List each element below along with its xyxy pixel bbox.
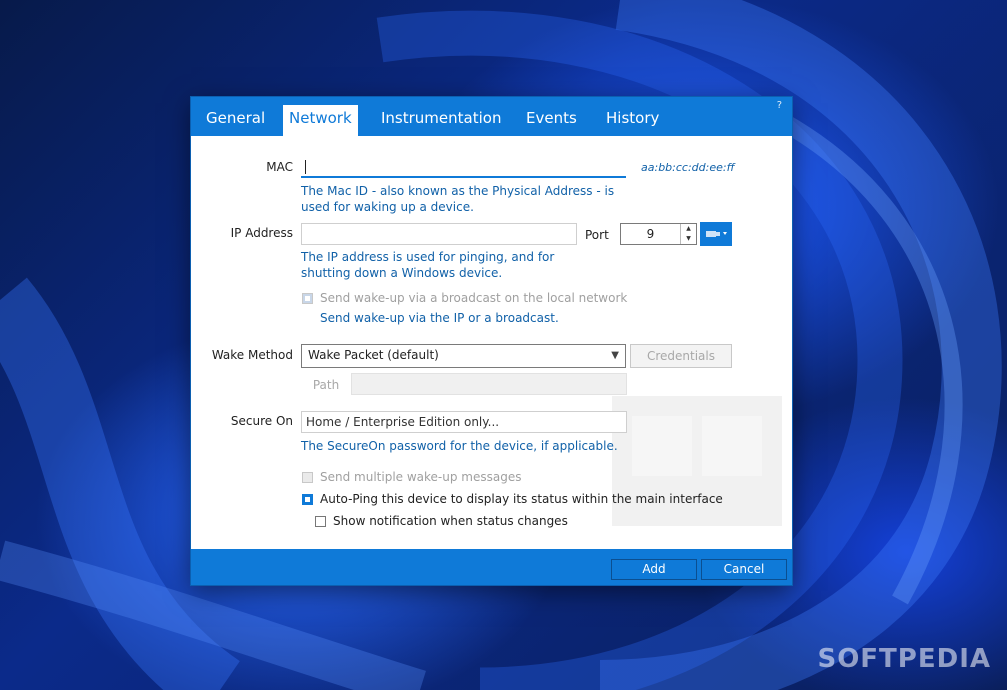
network-plug-icon [706,231,727,237]
network-panel: MAC aa:bb:cc:dd:ee:ff The Mac ID - also … [191,136,792,549]
device-dialog: General Network Instrumentation Events H… [191,97,792,585]
softpedia-watermark: SOFTPEDIA [817,644,991,674]
tab-network[interactable]: Network [283,105,358,136]
path-input[interactable] [351,373,627,395]
wake-method-select[interactable]: Wake Packet (default) ▼ [301,344,626,368]
broadcast-checkbox-label: Send wake-up via a broadcast on the loca… [320,291,628,305]
help-icon[interactable]: ? [777,100,782,111]
mac-description: The Mac ID - also known as the Physical … [301,184,615,214]
auto-ping-label: Auto-Ping this device to display its sta… [320,492,723,506]
spin-up-icon[interactable]: ▲ [681,224,696,234]
dialog-footer: Add Cancel [191,549,792,585]
notify-label: Show notification when status changes [333,514,568,528]
network-scan-button[interactable] [700,222,732,246]
ip-address-input[interactable] [301,223,577,245]
mac-input[interactable] [301,156,626,178]
tab-general[interactable]: General [200,105,271,136]
credentials-button[interactable]: Credentials [630,344,732,368]
path-label: Path [312,378,340,392]
mac-format-hint: aa:bb:cc:dd:ee:ff [641,161,735,174]
tab-bar: General Network Instrumentation Events H… [191,97,792,136]
broadcast-checkbox[interactable] [302,293,313,304]
chevron-down-icon: ▼ [611,350,619,361]
cancel-button[interactable]: Cancel [701,559,787,580]
secure-on-description: The SecureOn password for the device, if… [301,439,618,453]
tab-events[interactable]: Events [520,105,583,136]
port-label: Port [585,228,609,242]
notify-checkbox[interactable] [315,516,326,527]
network-card-watermark-icon [612,396,782,526]
secure-on-input[interactable]: Home / Enterprise Edition only... [301,411,627,433]
spin-down-icon[interactable]: ▼ [681,234,696,244]
text-caret [305,159,306,174]
tab-history[interactable]: History [600,105,665,136]
broadcast-description: Send wake-up via the IP or a broadcast. [320,311,559,325]
multiple-wakeup-label: Send multiple wake-up messages [320,470,522,484]
add-button[interactable]: Add [611,559,697,580]
mac-label: MAC [266,160,293,174]
wake-method-value: Wake Packet (default) [308,348,439,362]
port-stepper[interactable]: 9 ▲ ▼ [620,223,697,245]
port-spin-arrows[interactable]: ▲ ▼ [680,224,696,244]
ip-address-label: IP Address [230,226,293,240]
auto-ping-checkbox[interactable] [302,494,313,505]
multiple-wakeup-checkbox[interactable] [302,472,313,483]
secure-on-label: Secure On [230,414,293,428]
ip-description: The IP address is used for pinging, and … [301,250,555,280]
tab-instrumentation[interactable]: Instrumentation [375,105,507,136]
port-value: 9 [646,227,655,241]
wake-method-label: Wake Method [211,348,293,362]
